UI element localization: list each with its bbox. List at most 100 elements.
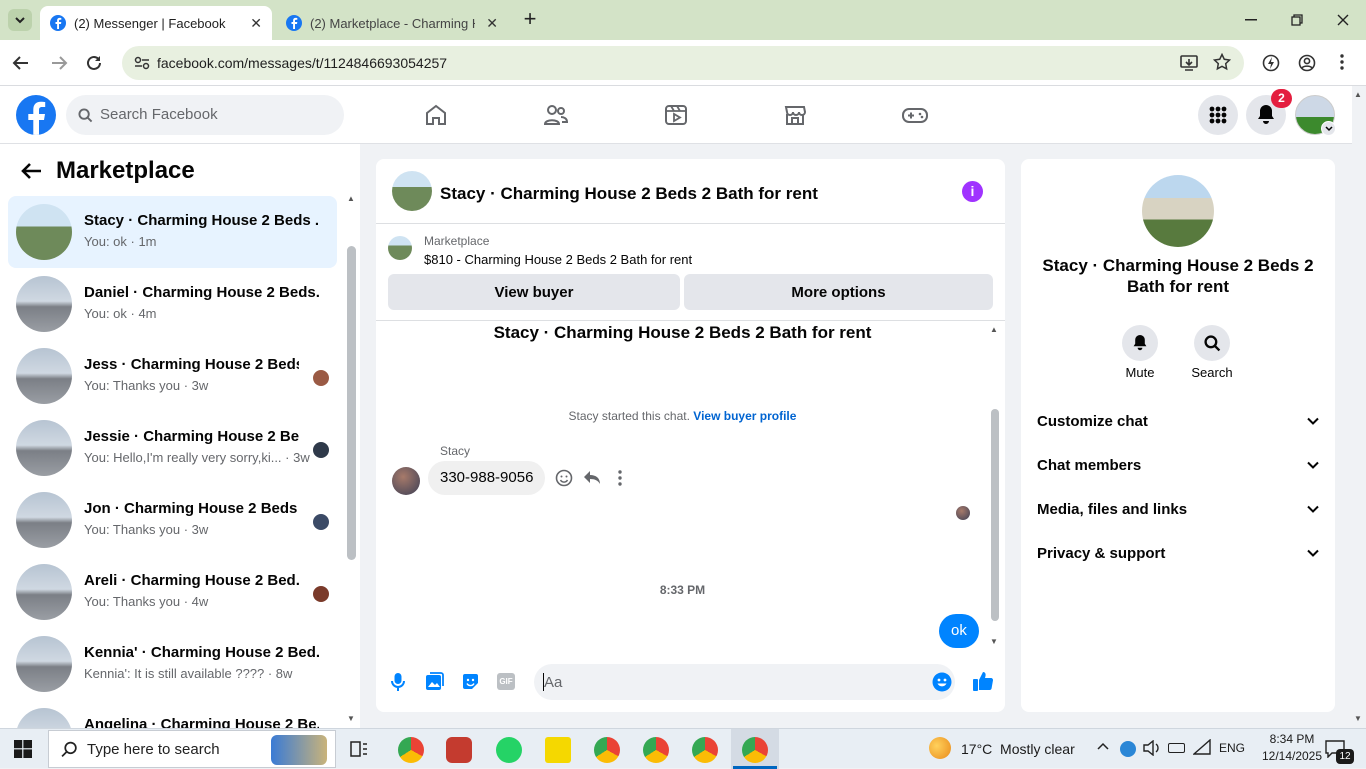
taskbar-search-input[interactable]: Type here to search xyxy=(48,730,336,768)
chrome-icon[interactable] xyxy=(594,737,620,763)
kebab-menu-icon[interactable] xyxy=(1340,54,1344,70)
weather-icon[interactable] xyxy=(929,737,951,759)
view-buyer-profile-link[interactable]: View buyer profile xyxy=(693,409,796,423)
search-placeholder: Search Facebook xyxy=(100,106,218,123)
clock-date[interactable]: 12/14/2025 xyxy=(1256,749,1328,763)
react-emoji-icon[interactable] xyxy=(555,469,573,487)
reply-icon[interactable] xyxy=(583,470,601,486)
chat-avatar[interactable] xyxy=(392,171,432,211)
conversation-item[interactable]: Jessie · Charming House 2 Be... You: Hel… xyxy=(8,412,337,484)
listing-thumbnail[interactable] xyxy=(388,236,412,260)
chrome-icon[interactable] xyxy=(692,737,718,763)
photo-icon[interactable] xyxy=(425,672,444,691)
conversation-item[interactable]: Areli · Charming House 2 Bed... You: Tha… xyxy=(8,556,337,628)
message-input[interactable]: Aa xyxy=(534,664,955,700)
wifi-icon[interactable] xyxy=(1193,739,1211,755)
page-scroll-up-icon[interactable]: ▲ xyxy=(1354,90,1362,99)
scroll-up-icon[interactable]: ▲ xyxy=(347,194,355,203)
more-actions-icon[interactable] xyxy=(618,470,622,486)
pinned-app-icon[interactable] xyxy=(446,737,472,763)
media-files-links-section[interactable]: Media, files and links xyxy=(1037,489,1319,529)
task-view-icon[interactable] xyxy=(350,741,368,757)
chat-scrollbar[interactable] xyxy=(991,409,999,621)
list-scrollbar[interactable] xyxy=(347,246,356,560)
details-avatar[interactable] xyxy=(1142,175,1214,247)
battery-icon[interactable] xyxy=(1168,743,1185,753)
conversation-item[interactable]: Jon · Charming House 2 Beds ... You: Tha… xyxy=(8,484,337,556)
chrome-profile-app-icon[interactable] xyxy=(398,737,424,763)
chat-scroll-up-icon[interactable]: ▲ xyxy=(990,325,998,334)
volume-icon[interactable] xyxy=(1143,740,1161,756)
friends-nav-icon[interactable] xyxy=(540,99,572,131)
new-tab-button[interactable]: + xyxy=(518,8,542,31)
scroll-down-icon[interactable]: ▼ xyxy=(347,714,355,723)
grid-menu-icon xyxy=(1209,106,1227,124)
facebook-logo-icon[interactable] xyxy=(16,95,56,135)
gaming-nav-icon[interactable] xyxy=(899,99,931,131)
chrome-icon[interactable] xyxy=(643,737,669,763)
home-nav-icon[interactable] xyxy=(420,99,452,131)
seen-avatar xyxy=(313,514,329,530)
view-buyer-button[interactable]: View buyer xyxy=(388,274,680,310)
conversation-item[interactable]: Daniel · Charming House 2 Beds... You: o… xyxy=(8,268,337,340)
menu-button[interactable] xyxy=(1198,95,1238,135)
address-bar[interactable]: facebook.com/messages/t/1124846693054257 xyxy=(122,46,1244,80)
microphone-icon[interactable] xyxy=(391,672,405,692)
chat-members-section[interactable]: Chat members xyxy=(1037,445,1319,485)
profile-icon[interactable] xyxy=(1298,54,1316,72)
back-arrow-icon[interactable] xyxy=(20,162,42,180)
thumbs-up-icon[interactable] xyxy=(972,670,994,692)
extensions-icon[interactable] xyxy=(1262,54,1280,72)
sticker-icon[interactable] xyxy=(461,672,480,691)
chrome-active-icon[interactable] xyxy=(742,737,768,763)
search-button[interactable] xyxy=(1194,325,1230,361)
whatsapp-icon[interactable] xyxy=(496,737,522,763)
conversation-item[interactable]: Angelina · Charming House 2 Be... xyxy=(8,700,337,728)
install-app-icon[interactable] xyxy=(1180,54,1198,72)
chat-scroll-down-icon[interactable]: ▼ xyxy=(990,637,998,646)
tab-messenger[interactable]: (2) Messenger | Facebook ✕ xyxy=(40,6,272,40)
marketplace-nav-icon[interactable] xyxy=(779,99,811,131)
section-label: Customize chat xyxy=(1037,412,1148,430)
privacy-support-section[interactable]: Privacy & support xyxy=(1037,533,1319,573)
emoji-icon[interactable] xyxy=(932,672,952,692)
conversation-item[interactable]: Kennia' · Charming House 2 Bed... Kennia… xyxy=(8,628,337,700)
minimize-button[interactable] xyxy=(1228,6,1274,34)
mute-button[interactable] xyxy=(1122,325,1158,361)
weather-text[interactable]: 17°C Mostly clear xyxy=(961,741,1075,757)
conversation-preview: You: Thanks you · 3w xyxy=(84,378,209,393)
forward-icon[interactable] xyxy=(50,54,68,72)
back-icon[interactable] xyxy=(12,54,30,72)
chat-header-title[interactable]: Stacy · Charming House 2 Beds 2 Bath for… xyxy=(440,184,818,204)
outgoing-message-bubble[interactable]: ok xyxy=(939,614,979,648)
conversation-item[interactable]: Stacy · Charming House 2 Beds ... You: o… xyxy=(8,196,337,268)
clock-time[interactable]: 8:34 PM xyxy=(1262,732,1322,746)
video-nav-icon[interactable] xyxy=(660,99,692,131)
listing-price-title[interactable]: $810 - Charming House 2 Beds 2 Bath for … xyxy=(424,252,692,267)
tab-search-button[interactable] xyxy=(8,9,32,31)
close-tab-icon[interactable]: ✕ xyxy=(250,15,262,32)
tab-marketplace[interactable]: (2) Marketplace - Charming Ho ✕ xyxy=(276,6,508,40)
network-icon[interactable] xyxy=(1120,741,1136,757)
facebook-search-input[interactable]: Search Facebook xyxy=(66,95,344,135)
more-options-button[interactable]: More options xyxy=(684,274,993,310)
close-tab-icon[interactable]: ✕ xyxy=(486,15,498,32)
page-scroll-down-icon[interactable]: ▼ xyxy=(1354,714,1362,723)
reload-icon[interactable] xyxy=(85,54,103,72)
sender-avatar[interactable] xyxy=(392,467,420,495)
close-window-button[interactable] xyxy=(1320,6,1366,34)
sticky-notes-icon[interactable] xyxy=(545,737,571,763)
restore-button[interactable] xyxy=(1274,6,1320,34)
info-icon[interactable]: i xyxy=(962,181,983,202)
bookmark-star-icon[interactable] xyxy=(1213,53,1231,71)
account-chevron-icon[interactable] xyxy=(1321,121,1336,136)
incoming-message-bubble[interactable]: 330-988-9056 xyxy=(428,461,546,495)
conversation-item[interactable]: Jess · Charming House 2 Beds... You: Tha… xyxy=(8,340,337,412)
site-info-icon[interactable] xyxy=(134,56,150,70)
tray-chevron-icon[interactable] xyxy=(1097,742,1109,750)
gif-icon[interactable]: GIF xyxy=(497,673,515,690)
conversation-preview: You: ok · 4m xyxy=(84,306,157,321)
language-indicator[interactable]: ENG xyxy=(1219,741,1245,755)
customize-chat-section[interactable]: Customize chat xyxy=(1037,401,1319,441)
windows-start-icon[interactable] xyxy=(14,740,32,758)
